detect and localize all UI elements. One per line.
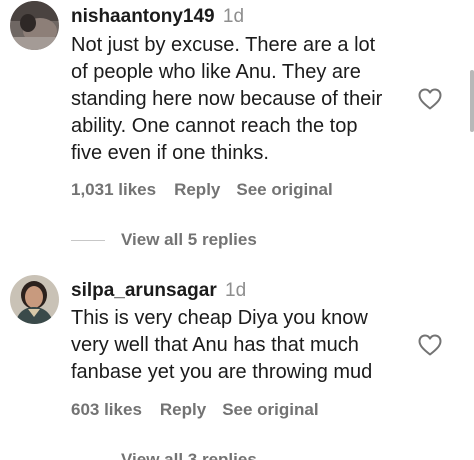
likes-count[interactable]: 1,031 likes: [71, 180, 156, 199]
avatar[interactable]: [10, 275, 59, 324]
like-heart-icon[interactable]: [418, 334, 442, 356]
comment-text: This is very cheap Diya you know very we…: [71, 307, 373, 383]
avatar[interactable]: [10, 1, 59, 50]
see-original-button[interactable]: See original: [236, 180, 332, 199]
divider-line: [71, 240, 105, 242]
timestamp: 1d: [222, 6, 245, 27]
scrollbar[interactable]: [470, 70, 474, 132]
comment-actions: 603 likes Reply See original: [71, 399, 335, 421]
user-avatar-icon: [10, 275, 59, 324]
view-replies-button[interactable]: View all 5 replies: [71, 229, 257, 251]
reply-button[interactable]: Reply: [174, 180, 220, 199]
comments-list: nishaantony149 1d Not just by excuse. Th…: [0, 0, 474, 460]
reply-button[interactable]: Reply: [160, 400, 206, 419]
username[interactable]: nishaantony149: [71, 6, 215, 27]
comment-actions: 1,031 likes Reply See original: [71, 179, 349, 201]
likes-count[interactable]: 603 likes: [71, 400, 142, 419]
like-heart-icon[interactable]: [418, 88, 442, 110]
view-replies-button[interactable]: View all 3 replies: [71, 449, 257, 460]
view-replies-label: View all 3 replies: [121, 450, 257, 460]
see-original-button[interactable]: See original: [222, 400, 318, 419]
comment-header: silpa_arunsagar 1d: [71, 279, 246, 303]
timestamp: 1d: [225, 280, 247, 301]
comment-text: Not just by excuse. There are a lot of p…: [71, 34, 383, 164]
comment-header: nishaantony149 1d: [71, 5, 244, 29]
view-replies-label: View all 5 replies: [121, 230, 257, 249]
username[interactable]: silpa_arunsagar: [71, 280, 217, 301]
user-avatar-icon: [10, 1, 59, 50]
